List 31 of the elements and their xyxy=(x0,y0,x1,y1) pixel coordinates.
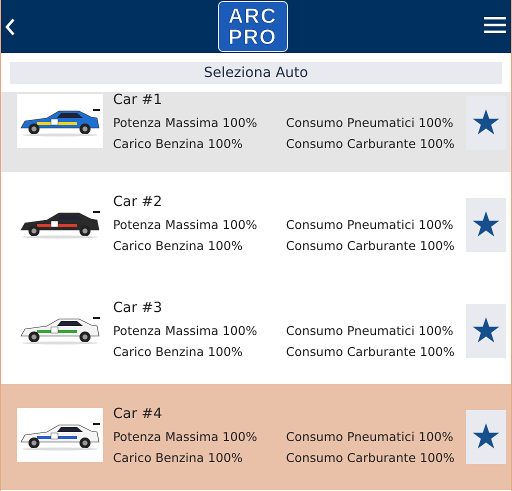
car-stat: Consumo Carburante 100% xyxy=(286,238,456,254)
car-name: Car #1 xyxy=(113,92,162,110)
car-row[interactable]: Car #1 Potenza Massima 100% Consumo Pneumatici 100% Carico Benzina 100% Consumo Carburante 100% xyxy=(1,92,511,172)
favorite-button[interactable] xyxy=(466,198,506,252)
car-stat: Carico Benzina 100% xyxy=(113,344,244,360)
back-icon[interactable] xyxy=(5,18,15,36)
car-stat: Consumo Carburante 100% xyxy=(286,450,456,466)
menu-icon[interactable] xyxy=(484,17,506,33)
car-stat: Consumo Pneumatici 100% xyxy=(286,428,454,446)
car-stat: Potenza Massima 100% xyxy=(113,216,258,234)
car-row[interactable]: Car #4 Potenza Massima 100% Consumo Pneumatici 100% Carico Benzina 100% Consumo Carburante 100% xyxy=(1,384,511,490)
car-stat: Potenza Massima 100% xyxy=(113,322,258,340)
car-stat: Potenza Massima 100% xyxy=(113,114,258,132)
logo-text: ARC xyxy=(228,6,277,26)
car-stat: Consumo Pneumatici 100% xyxy=(286,114,454,132)
car-name: Car #4 xyxy=(113,404,162,424)
car-stat: Consumo Carburante 100% xyxy=(286,344,456,360)
car-stat: Carico Benzina 100% xyxy=(113,450,244,466)
car-stat: Carico Benzina 100% xyxy=(113,238,244,254)
car-stat: Carico Benzina 100% xyxy=(113,136,244,152)
favorite-button[interactable] xyxy=(466,410,506,464)
page-title: Seleziona Auto xyxy=(10,62,502,84)
logo-text: PRO xyxy=(228,26,277,48)
car-stat: Consumo Carburante 100% xyxy=(286,136,456,152)
car-stat: Consumo Pneumatici 100% xyxy=(286,322,454,340)
car-stat: Consumo Pneumatici 100% xyxy=(286,216,454,234)
car-stat: Potenza Massima 100% xyxy=(113,428,258,446)
favorite-button[interactable] xyxy=(466,96,506,150)
favorite-button[interactable] xyxy=(466,304,506,358)
car-name: Car #2 xyxy=(113,192,162,212)
car-name: Car #3 xyxy=(113,298,162,318)
